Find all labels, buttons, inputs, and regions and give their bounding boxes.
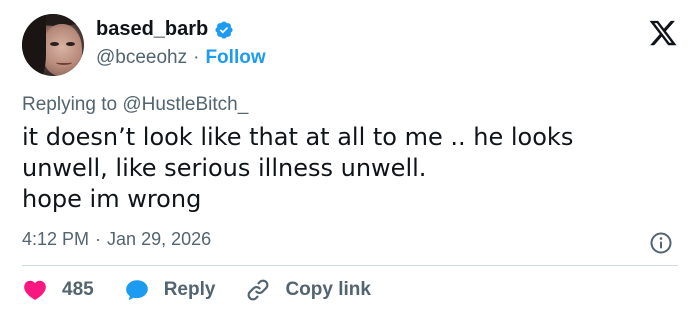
- tweet-text: it doesn’t look like that at all to me .…: [22, 122, 672, 215]
- separator-dot: ·: [193, 47, 200, 68]
- separator-dot: ·: [95, 229, 102, 249]
- tweet-timestamp[interactable]: 4:12 PM · Jan 29, 2026: [22, 229, 211, 250]
- replying-to-prefix: Replying to: [22, 94, 123, 115]
- reply-button[interactable]: Reply: [124, 277, 216, 303]
- author-handle-row: @bceeohz · Follow: [96, 47, 266, 69]
- replying-to-line: Replying to @HustleBitch_: [22, 94, 248, 116]
- avatar[interactable]: [22, 14, 84, 76]
- like-count: 485: [62, 279, 94, 300]
- copy-link-button[interactable]: Copy link: [245, 277, 371, 303]
- tweet-text-line: it doesn’t look like that at all to me .…: [22, 123, 574, 151]
- replying-to-handle[interactable]: @HustleBitch_: [122, 94, 248, 115]
- link-icon: [248, 279, 269, 301]
- like-button[interactable]: 485: [22, 277, 94, 303]
- tweet-text-line: hope im wrong: [22, 185, 202, 213]
- verified-badge-icon: [215, 20, 233, 39]
- author-handle[interactable]: @bceeohz: [96, 47, 187, 69]
- author-name-row: based_barb: [96, 18, 234, 41]
- author-display-name[interactable]: based_barb: [96, 18, 208, 41]
- info-icon[interactable]: [649, 231, 673, 255]
- tweet-time: 4:12 PM: [22, 229, 90, 249]
- x-logo-icon[interactable]: [648, 18, 678, 48]
- follow-button[interactable]: Follow: [205, 47, 265, 69]
- reply-label: Reply: [163, 279, 216, 300]
- heart-icon: [24, 280, 46, 300]
- divider: [22, 265, 678, 266]
- tweet-actions: 485 Reply Copy link: [22, 277, 401, 303]
- tweet-embed-card: based_barb @bceeohz · Follow Replying to…: [0, 0, 700, 318]
- tweet-date: Jan 29, 2026: [107, 229, 212, 249]
- speech-bubble-icon: [125, 280, 148, 301]
- tweet-text-line: unwell, like serious illness unwell.: [22, 154, 427, 182]
- copy-link-label: Copy link: [285, 279, 371, 300]
